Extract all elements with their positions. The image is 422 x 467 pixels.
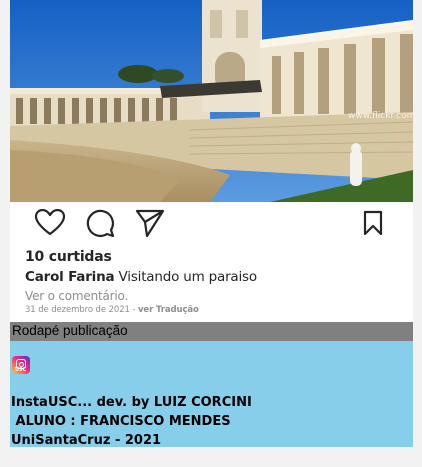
sanctuary-photo: www.flickr.com bbox=[10, 0, 413, 202]
post-date-line: 31 de dezembro de 2021 - ver Tradução bbox=[25, 305, 199, 315]
post-actions bbox=[10, 202, 413, 246]
credits-line-student: ALUNO : FRANCISCO MENDES bbox=[11, 414, 231, 429]
date-separator: - bbox=[129, 305, 138, 315]
like-button[interactable] bbox=[33, 206, 67, 240]
post-date: 31 de dezembro de 2021 bbox=[25, 305, 130, 315]
bookmark-icon bbox=[363, 210, 383, 236]
view-comments-link[interactable]: Ver o comentário. bbox=[25, 289, 128, 303]
post-caption: Carol Farina Visitando um paraiso bbox=[25, 269, 257, 285]
footer-title: Rodapé publicação bbox=[12, 323, 128, 338]
comment-button[interactable] bbox=[83, 206, 117, 240]
credits-line-school: UniSantaCruz - 2021 bbox=[11, 433, 162, 447]
post-card: www.flickr.com 10 curtidas Carol Farina … bbox=[10, 0, 413, 447]
send-icon bbox=[135, 209, 165, 237]
post-photo[interactable]: www.flickr.com bbox=[10, 0, 413, 202]
likes-count[interactable]: 10 curtidas bbox=[25, 249, 112, 265]
logo-label: USC bbox=[15, 367, 27, 373]
caption-username[interactable]: Carol Farina bbox=[25, 269, 115, 285]
heart-icon bbox=[35, 209, 65, 236]
instagram-logo-icon: USC bbox=[12, 356, 30, 374]
photo-watermark: www.flickr.com bbox=[348, 111, 413, 121]
comment-icon bbox=[86, 209, 115, 238]
footer-credits: InstaUSC... dev. by LUIZ CORCINI ALUNO :… bbox=[11, 393, 252, 447]
footer: USC InstaUSC... dev. by LUIZ CORCINI ALU… bbox=[10, 341, 413, 447]
caption-text: Visitando um paraiso bbox=[114, 269, 258, 285]
footer-title-bar: Rodapé publicação bbox=[10, 322, 413, 341]
translate-link[interactable]: ver Tradução bbox=[138, 305, 199, 315]
save-button[interactable] bbox=[356, 206, 390, 240]
credits-line-dev: InstaUSC... dev. by LUIZ CORCINI bbox=[11, 395, 252, 410]
share-button[interactable] bbox=[133, 206, 167, 240]
